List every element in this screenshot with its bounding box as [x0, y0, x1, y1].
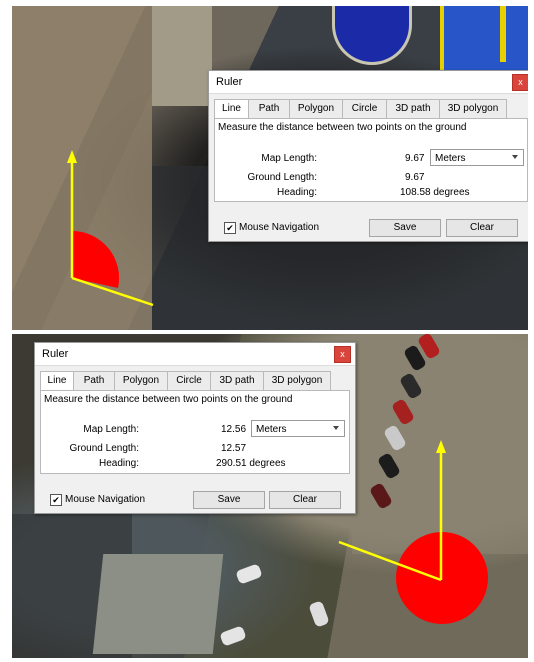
line-tab-panel: Measure the distance between two points … [40, 390, 350, 474]
tab-circle[interactable]: Circle [167, 371, 211, 390]
north-arrow-head [436, 440, 446, 453]
north-arrow-head [67, 150, 77, 163]
tab-3d-polygon[interactable]: 3D polygon [263, 371, 331, 390]
chevron-down-icon [512, 155, 518, 159]
unit-dropdown[interactable]: Meters [251, 420, 345, 437]
tab-circle[interactable]: Circle [342, 99, 387, 118]
tab-3d-path[interactable]: 3D path [210, 371, 264, 390]
tab-3d-polygon[interactable]: 3D polygon [439, 99, 507, 118]
description: Measure the distance between two points … [218, 122, 467, 133]
heading-label: Heading: [98, 458, 139, 469]
tab-bar: Line Path Polygon Circle 3D path 3D poly… [214, 99, 528, 119]
clear-button[interactable]: Clear [269, 491, 341, 509]
ruler-dialog: Ruler x Line Path Polygon Circle 3D path… [208, 70, 528, 242]
title-bar: Ruler x [35, 343, 355, 366]
map-length-label: Map Length: [83, 424, 139, 435]
ruler-dialog: Ruler x Line Path Polygon Circle 3D path… [34, 342, 356, 514]
ground-length-value: 9.67 [405, 172, 425, 183]
map-length-value: 12.56 [221, 424, 247, 435]
dialog-title: Ruler [216, 76, 243, 88]
tab-path[interactable]: Path [73, 371, 115, 390]
heading-value: 290.51 degrees [216, 458, 286, 469]
close-icon[interactable]: x [512, 74, 528, 91]
save-button[interactable]: Save [369, 219, 441, 237]
tab-bar: Line Path Polygon Circle 3D path 3D poly… [40, 371, 350, 391]
tab-path[interactable]: Path [248, 99, 290, 118]
satellite-map-top[interactable]: Ruler x Line Path Polygon Circle 3D path… [12, 6, 528, 330]
chevron-down-icon [333, 426, 339, 430]
mouse-navigation-checkbox[interactable]: ✔ [224, 222, 236, 234]
tab-line[interactable]: Line [214, 99, 249, 119]
unit-dropdown[interactable]: Meters [430, 149, 524, 166]
dialog-title: Ruler [42, 348, 69, 360]
map-length-label: Map Length: [261, 153, 317, 164]
mouse-navigation-label: Mouse Navigation [65, 494, 146, 505]
tab-line[interactable]: Line [40, 371, 74, 391]
save-button[interactable]: Save [193, 491, 265, 509]
satellite-map-bottom[interactable]: Ruler x Line Path Polygon Circle 3D path… [12, 334, 528, 658]
clear-button[interactable]: Clear [446, 219, 518, 237]
map-length-value: 9.67 [405, 153, 425, 164]
heading-value: 108.58 degrees [400, 187, 470, 198]
tab-3d-path[interactable]: 3D path [386, 99, 440, 118]
ground-length-label: Ground Length: [247, 172, 318, 183]
line-tab-panel: Measure the distance between two points … [214, 118, 528, 202]
tab-polygon[interactable]: Polygon [289, 99, 343, 118]
unit-value: Meters [435, 153, 466, 164]
mouse-navigation-label: Mouse Navigation [239, 222, 320, 233]
mouse-navigation-checkbox[interactable]: ✔ [50, 494, 62, 506]
unit-value: Meters [256, 424, 287, 435]
description: Measure the distance between two points … [44, 394, 293, 405]
tab-polygon[interactable]: Polygon [114, 371, 168, 390]
close-icon[interactable]: x [334, 346, 351, 363]
ground-length-value: 12.57 [221, 443, 247, 454]
ground-length-label: Ground Length: [69, 443, 140, 454]
heading-label: Heading: [276, 187, 317, 198]
title-bar: Ruler x [209, 71, 528, 94]
